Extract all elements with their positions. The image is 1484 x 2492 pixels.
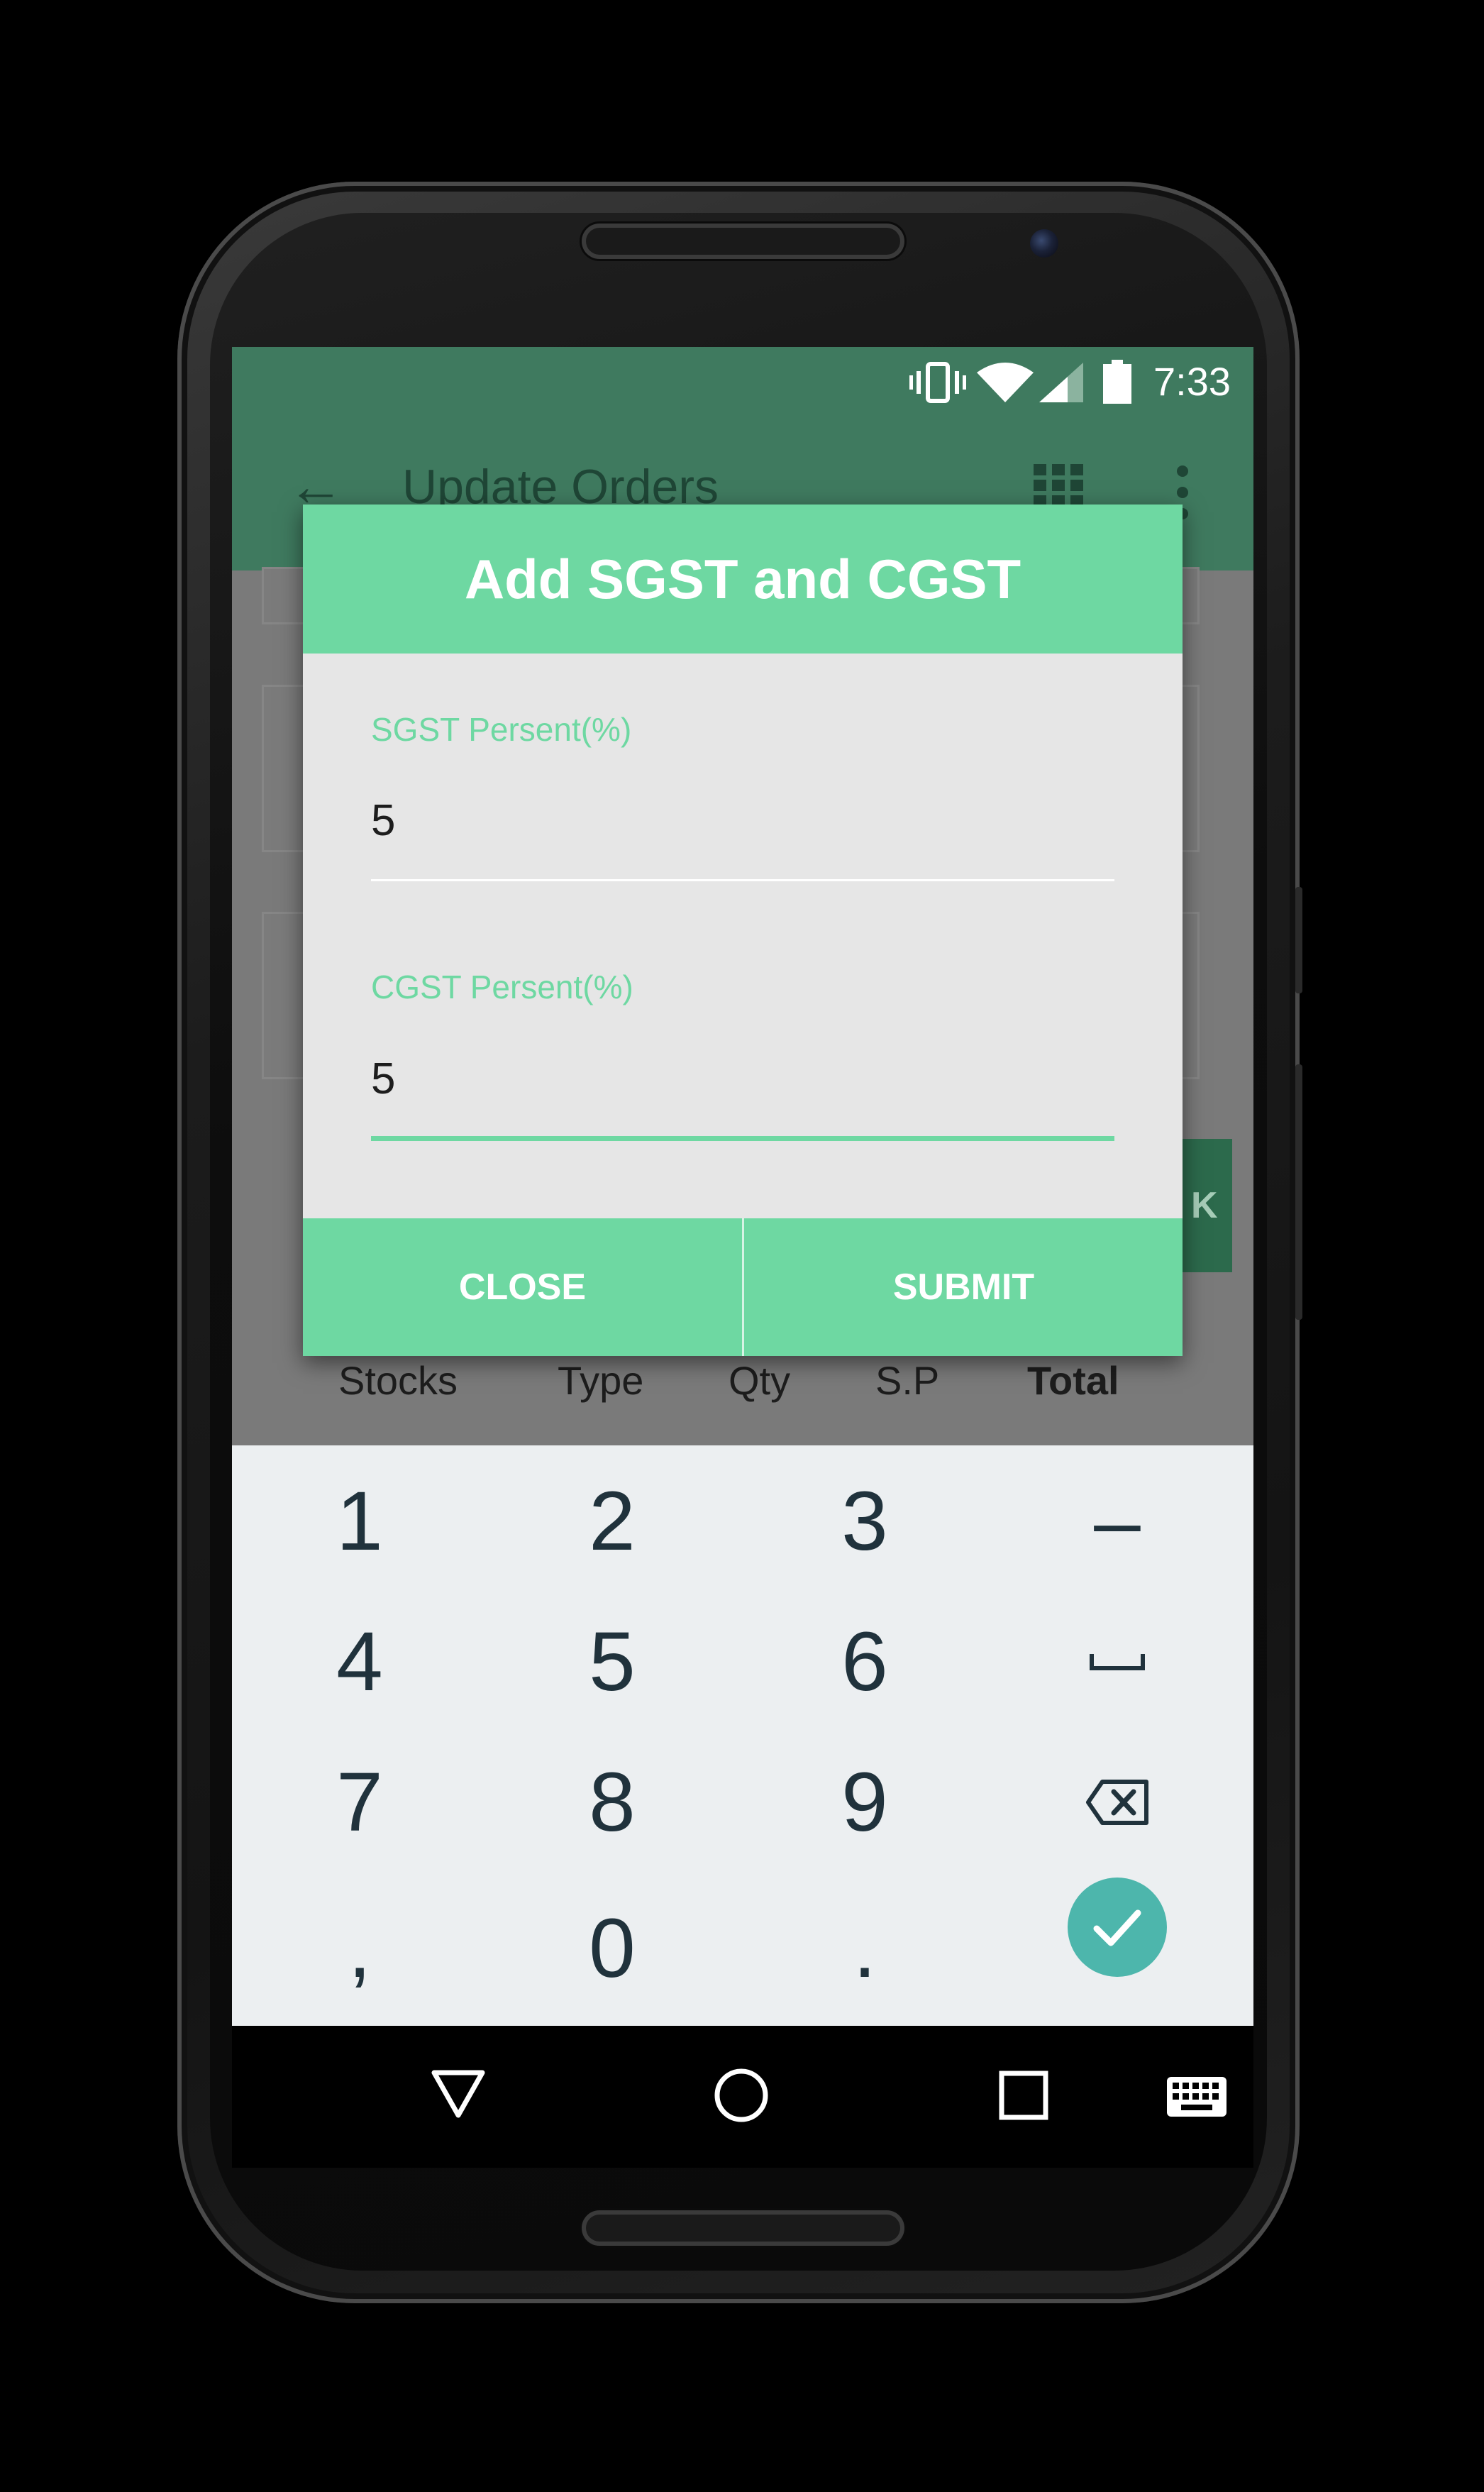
sgst-label: SGST Persent(%) [371,711,632,748]
status-time: 7:33 [1153,359,1231,404]
key-0[interactable]: 0 [484,1878,740,2019]
key-dash[interactable]: – [990,1451,1245,1592]
table-header: Stocks Type Qty S.P Total [232,1357,1253,1435]
check-icon [1093,1909,1141,1946]
back-triangle-icon[interactable] [430,2068,487,2119]
space-icon [1090,1654,1145,1670]
backspace-icon [1086,1780,1148,1825]
key-4[interactable]: 4 [232,1592,487,1732]
background-button: K [1175,1139,1232,1272]
bottom-speaker [582,2210,904,2246]
volume-button [1295,887,1302,993]
close-button[interactable]: CLOSE [303,1218,742,1356]
cgst-label: CGST Persent(%) [371,969,633,1005]
wifi-icon [977,363,1034,402]
column-sp: S.P [875,1358,940,1403]
key-2[interactable]: 2 [484,1451,740,1592]
battery-icon [1103,360,1131,404]
home-circle-icon[interactable] [713,2067,770,2124]
enter-button[interactable] [1068,1878,1167,1977]
column-qty: Qty [729,1358,791,1403]
grid-icon[interactable] [1034,464,1083,507]
key-3[interactable]: 3 [737,1451,992,1592]
column-stocks: Stocks [338,1358,458,1403]
keyboard-icon[interactable] [1167,2077,1226,2117]
key-8[interactable]: 8 [484,1732,740,1873]
numeric-keypad: 1 2 3 – 4 5 6 7 8 9 , 0 . [232,1445,1253,2026]
navigation-bar [232,2026,1253,2168]
signal-icon [1039,363,1083,402]
recents-square-icon[interactable] [998,2070,1049,2121]
key-6[interactable]: 6 [737,1592,992,1732]
dialog-button-bar: CLOSE SUBMIT [303,1218,1183,1356]
column-total: Total [1027,1358,1119,1403]
gst-dialog: Add SGST and CGST SGST Persent(%) 5 CGST… [303,505,1183,1356]
status-bar: 7:33 [232,347,1253,418]
key-enter[interactable] [990,1857,1245,1997]
key-period[interactable]: . [737,1878,992,2019]
power-button [1295,1064,1302,1320]
sgst-underline [371,879,1114,881]
key-5[interactable]: 5 [484,1592,740,1732]
dialog-header: Add SGST and CGST [303,505,1183,654]
vibrate-icon [909,362,966,403]
front-camera [1030,229,1058,258]
dialog-title: Add SGST and CGST [464,547,1021,610]
cgst-underline [371,1136,1114,1141]
top-speaker [582,224,904,259]
screen: 7:33 ← Update Orders K Stocks Type Qty S… [232,347,1253,2026]
key-9[interactable]: 9 [737,1732,992,1873]
key-space[interactable] [990,1592,1245,1732]
key-comma[interactable]: , [232,1878,487,2019]
submit-button[interactable]: SUBMIT [744,1218,1183,1356]
key-backspace[interactable] [990,1732,1245,1873]
key-7[interactable]: 7 [232,1732,487,1873]
key-1[interactable]: 1 [232,1451,487,1592]
background-button-label: K [1191,1185,1218,1226]
sgst-input[interactable]: 5 [371,795,395,846]
column-type: Type [558,1358,644,1403]
cgst-input[interactable]: 5 [371,1054,395,1104]
